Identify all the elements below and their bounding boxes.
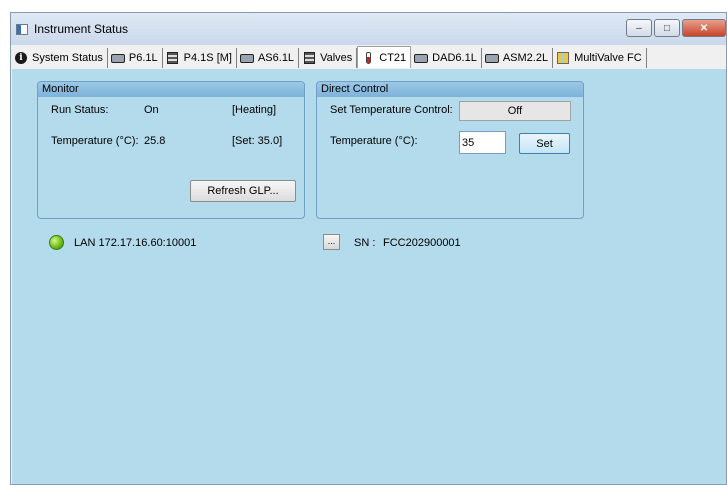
temperature-setpoint: [Set: 35.0] [232, 135, 283, 147]
temp-control-toggle[interactable]: Off [459, 101, 571, 121]
temperature-label: Temperature (°C): [51, 135, 139, 147]
lan-address: LAN 172.17.16.60:10001 [74, 237, 197, 249]
title-bar[interactable]: Instrument Status – □ ✕ [11, 13, 726, 45]
tab-label: P6.1L [128, 52, 158, 64]
autosampler-icon [239, 53, 254, 63]
maximize-button[interactable]: □ [654, 19, 680, 37]
refresh-glp-button[interactable]: Refresh GLP... [190, 180, 296, 202]
tab-valves[interactable]: Valves [299, 48, 358, 68]
tab-asm2-2l[interactable]: ASM2.2L [482, 48, 554, 68]
more-options-button[interactable]: ... [323, 234, 340, 250]
tab-label: CT21 [379, 51, 407, 64]
tab-label: ASM2.2L [502, 52, 549, 64]
window-title: Instrument Status [34, 22, 129, 36]
tab-ct21[interactable]: CT21 [357, 46, 412, 68]
valve-icon [303, 52, 315, 64]
pump-icon [110, 53, 125, 63]
instrument-status-window: Instrument Status – □ ✕ i System Status … [10, 12, 727, 485]
serial-number-label: SN : [354, 237, 376, 249]
tab-p6-1l[interactable]: P6.1L [108, 48, 163, 68]
temperature-input[interactable]: 35 [459, 131, 506, 154]
connection-status-led [49, 235, 64, 250]
detector-icon [414, 53, 429, 63]
set-temperature-button[interactable]: Set [519, 133, 570, 154]
monitor-title: Monitor [38, 82, 304, 97]
tab-label: DAD6.1L [432, 52, 477, 64]
multivalve-icon [557, 52, 570, 64]
set-temp-control-label: Set Temperature Control: [330, 104, 453, 116]
pump-icon [484, 53, 499, 63]
direct-control-title: Direct Control [317, 82, 583, 97]
ct21-panel: Monitor Run Status: On [Heating] Tempera… [12, 69, 726, 484]
temperature-value: 25.8 [144, 135, 166, 147]
run-status-value: On [144, 104, 159, 116]
tab-label: MultiValve FC [574, 52, 642, 64]
module-icon [167, 52, 179, 64]
tab-bar: i System Status P6.1L P4.1S [M] AS6.1L V… [11, 46, 726, 68]
run-status-label: Run Status: [51, 104, 109, 116]
app-icon [16, 23, 28, 35]
tab-p4-1s[interactable]: P4.1S [M] [163, 48, 237, 68]
direct-control-group: Direct Control Set Temperature Control: … [316, 81, 584, 219]
thermometer-icon [365, 51, 371, 64]
run-status-state: [Heating] [232, 104, 277, 116]
tab-label: System Status [32, 52, 103, 64]
close-button[interactable]: ✕ [682, 19, 726, 37]
tab-label: AS6.1L [257, 52, 295, 64]
serial-number-value: FCC202900001 [383, 237, 461, 249]
tab-system-status[interactable]: i System Status [11, 48, 108, 68]
info-icon: i [15, 52, 27, 64]
tab-multivalve-fc[interactable]: MultiValve FC [553, 48, 647, 68]
minimize-button[interactable]: – [626, 19, 652, 37]
temperature-input-label: Temperature (°C): [330, 135, 418, 147]
monitor-group: Monitor Run Status: On [Heating] Tempera… [37, 81, 305, 219]
tab-label: Valves [320, 52, 353, 64]
tab-dad6-1l[interactable]: DAD6.1L [411, 48, 482, 68]
tab-as6-1l[interactable]: AS6.1L [237, 48, 300, 68]
tab-label: P4.1S [M] [183, 52, 232, 64]
